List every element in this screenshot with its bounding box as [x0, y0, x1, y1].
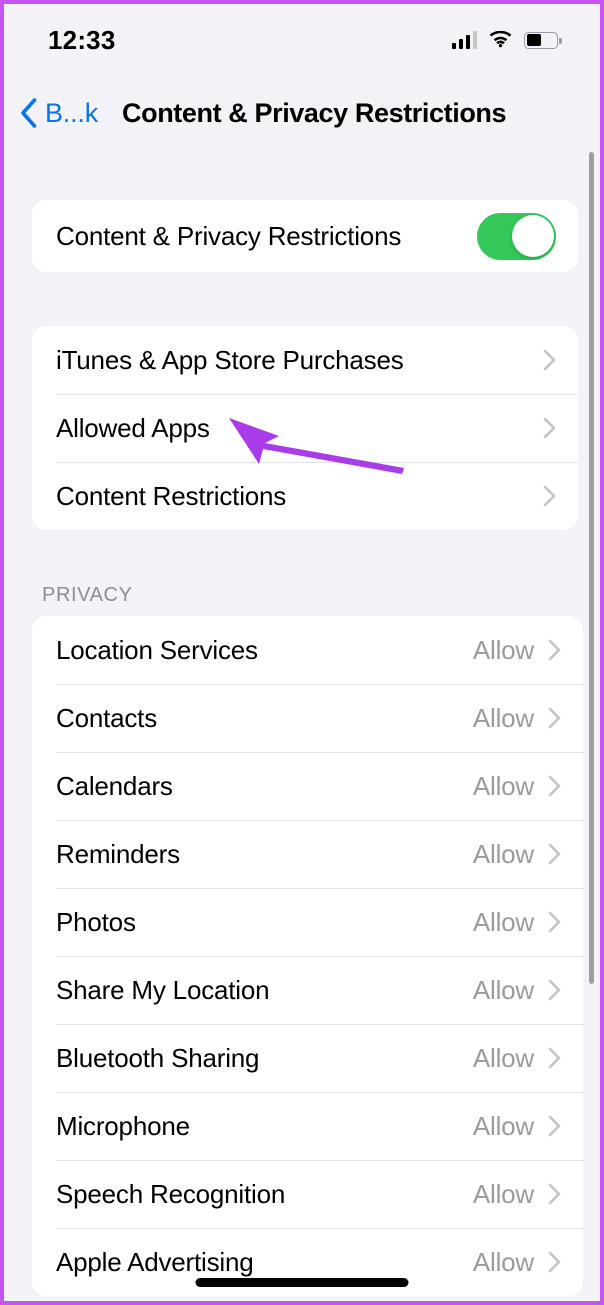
chevron-right-icon [548, 979, 561, 1001]
row-value: Allow [472, 634, 534, 665]
row-allowed-apps[interactable]: Allowed Apps [32, 394, 578, 462]
row-share-my-location[interactable]: Share My Location Allow [32, 956, 583, 1024]
status-bar-time: 12:33 [48, 24, 116, 55]
row-photos[interactable]: Photos Allow [32, 888, 583, 956]
cellular-signal-icon [451, 31, 477, 49]
chevron-right-icon [548, 707, 561, 729]
row-label: Location Services [56, 634, 258, 665]
row-value: Allow [472, 1042, 534, 1073]
chevron-right-icon [548, 1115, 561, 1137]
row-label: Bluetooth Sharing [56, 1042, 260, 1073]
settings-scroll-area[interactable]: Content & Privacy Restrictions iTunes & … [4, 144, 600, 1301]
row-label: Apple Advertising [56, 1246, 254, 1277]
row-label: Photos [56, 906, 136, 937]
row-value: Allow [472, 702, 534, 733]
chevron-right-icon [548, 1183, 561, 1205]
home-indicator [195, 1278, 409, 1287]
row-microphone[interactable]: Microphone Allow [32, 1092, 583, 1160]
row-label: Allowed Apps [56, 412, 210, 443]
row-content-privacy-restrictions[interactable]: Content & Privacy Restrictions [32, 200, 578, 272]
restrictions-group-card: iTunes & App Store Purchases Allowed App… [32, 326, 578, 530]
content-privacy-restrictions-toggle[interactable] [477, 212, 556, 260]
chevron-right-icon [543, 349, 556, 371]
row-value: Allow [472, 770, 534, 801]
row-contacts[interactable]: Contacts Allow [32, 684, 583, 752]
row-label: Speech Recognition [56, 1178, 286, 1209]
chevron-right-icon [543, 417, 556, 439]
row-calendars[interactable]: Calendars Allow [32, 752, 583, 820]
phone-screen: 12:33 B...k Content & Privacy Restrictio… [4, 4, 600, 1301]
phone-screenshot-frame: 12:33 B...k Content & Privacy Restrictio… [0, 0, 604, 1305]
chevron-right-icon [548, 911, 561, 933]
row-speech-recognition[interactable]: Speech Recognition Allow [32, 1160, 583, 1228]
row-value: Allow [472, 1178, 534, 1209]
back-button[interactable]: B...k [20, 98, 104, 129]
battery-icon [524, 31, 562, 49]
row-value: Allow [472, 1110, 534, 1141]
row-label: Reminders [56, 838, 180, 869]
chevron-right-icon [548, 1047, 561, 1069]
row-value: Allow [472, 974, 534, 1005]
row-value: Allow [472, 1246, 534, 1277]
status-bar: 12:33 [4, 4, 600, 76]
row-label: Share My Location [56, 974, 270, 1005]
chevron-right-icon [548, 639, 561, 661]
chevron-left-icon [21, 98, 37, 128]
row-content-restrictions[interactable]: Content Restrictions [32, 462, 578, 530]
vertical-scrollbar[interactable] [589, 152, 594, 984]
row-value: Allow [472, 906, 534, 937]
privacy-section-header: PRIVACY [42, 584, 133, 606]
row-label: Contacts [56, 702, 158, 733]
content-privacy-toggle-card: Content & Privacy Restrictions [32, 200, 578, 272]
row-label: Calendars [56, 770, 173, 801]
navigation-bar: B...k Content & Privacy Restrictions [4, 82, 600, 144]
row-itunes-app-store-purchases[interactable]: iTunes & App Store Purchases [32, 326, 578, 394]
row-label: Microphone [56, 1110, 190, 1141]
row-reminders[interactable]: Reminders Allow [32, 820, 583, 888]
privacy-group-card: Location Services Allow Contacts Allow C… [32, 616, 583, 1296]
status-bar-indicators [451, 31, 562, 49]
chevron-right-icon [548, 1251, 561, 1273]
row-label: iTunes & App Store Purchases [56, 344, 404, 375]
page-title: Content & Privacy Restrictions [122, 97, 507, 128]
row-label: Content & Privacy Restrictions [56, 220, 402, 251]
chevron-right-icon [543, 485, 556, 507]
chevron-right-icon [548, 843, 561, 865]
row-location-services[interactable]: Location Services Allow [32, 616, 583, 684]
row-value: Allow [472, 838, 534, 869]
toggle-knob [511, 215, 554, 257]
row-bluetooth-sharing[interactable]: Bluetooth Sharing Allow [32, 1024, 583, 1092]
row-label: Content Restrictions [56, 480, 287, 511]
back-button-label: B...k [45, 97, 99, 128]
chevron-right-icon [548, 775, 561, 797]
wifi-icon [489, 31, 512, 48]
